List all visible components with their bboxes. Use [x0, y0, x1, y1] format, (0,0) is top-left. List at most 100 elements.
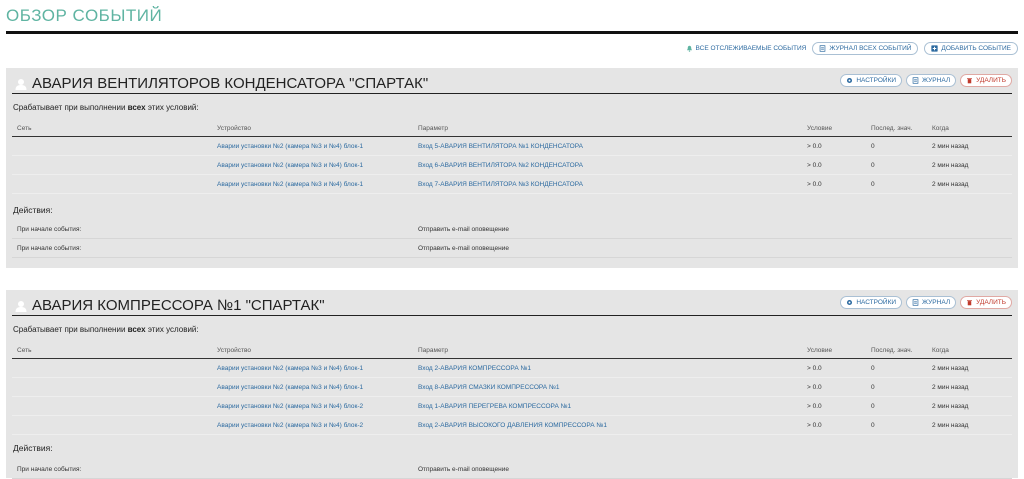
conditions-caption-prefix: Срабатывает при выполнении: [13, 103, 128, 112]
device-link[interactable]: Аварии установки №2 (камера №3 и №4) бло…: [212, 174, 413, 194]
col-when: Когда: [927, 345, 1012, 359]
document-icon: [912, 299, 919, 306]
settings-button[interactable]: НАСТРОЙКИ: [840, 296, 903, 309]
cell-last-value: 0: [866, 396, 927, 416]
actions-table: При начале события: Отправить e-mail опо…: [12, 220, 1012, 258]
cell-when: 2 мин назад: [927, 155, 1012, 175]
parameter-link[interactable]: Вход 2-АВАРИЯ ВЫСОКОГО ДАВЛЕНИЯ КОМПРЕСС…: [413, 415, 802, 435]
cell-condition: > 0.0: [802, 415, 866, 435]
cell-last-value: 0: [866, 377, 927, 397]
plus-icon: [931, 45, 939, 52]
device-link[interactable]: Аварии установки №2 (камера №3 и №4) бло…: [212, 377, 413, 397]
col-device: Устройство: [212, 123, 413, 137]
parameter-link[interactable]: Вход 2-АВАРИЯ КОМПРЕССОРА №1: [413, 358, 802, 378]
cell-when: 2 мин назад: [927, 358, 1012, 378]
cell-last-value: 0: [866, 358, 927, 378]
action-row: При начале события: Отправить e-mail опо…: [12, 238, 1012, 258]
all-tracked-events-link[interactable]: ВСЕ ОТСЛЕЖИВАЕМЫЕ СОБЫТИЯ: [686, 45, 807, 52]
col-last-value: Послед. знач.: [866, 345, 927, 359]
delete-label: УДАЛИТЬ: [976, 77, 1006, 84]
parameter-link[interactable]: Вход 5-АВАРИЯ ВЕНТИЛЯТОРА №1 КОНДЕНСАТОР…: [413, 136, 802, 156]
conditions-caption-prefix: Срабатывает при выполнении: [13, 325, 128, 334]
document-icon: [820, 45, 826, 52]
bell-icon: [686, 45, 692, 52]
header-divider: [12, 93, 1012, 94]
event-title: АВАРИЯ ВЕНТИЛЯТОРОВ КОНДЕНСАТОРА "СПАРТА…: [32, 75, 429, 92]
top-toolbar: ВСЕ ОТСЛЕЖИВАЕМЫЕ СОБЫТИЯ ЖУРНАЛ ВСЕХ СО…: [686, 42, 1018, 55]
journal-button[interactable]: ЖУРНАЛ: [906, 74, 957, 87]
settings-button[interactable]: НАСТРОЙКИ: [840, 74, 903, 87]
trash-icon: [967, 300, 973, 306]
conditions-caption-bold: всех: [127, 325, 146, 334]
journal-all-events-button[interactable]: ЖУРНАЛ ВСЕХ СОБЫТИЙ: [812, 42, 919, 55]
action-row: При начале события: Отправить e-mail опо…: [12, 220, 1012, 239]
action-trigger: При начале события:: [12, 460, 413, 479]
event-actions: НАСТРОЙКИ ЖУРНАЛ УДАЛИТЬ: [840, 74, 1012, 87]
cell-network: [12, 155, 212, 175]
all-tracked-events-label: ВСЕ ОТСЛЕЖИВАЕМЫЕ СОБЫТИЯ: [695, 45, 807, 52]
journal-all-events-label: ЖУРНАЛ ВСЕХ СОБЫТИЙ: [829, 45, 912, 52]
cell-condition: > 0.0: [802, 377, 866, 397]
conditions-table: Сеть Устройство Параметр Условие Послед.…: [12, 123, 1012, 194]
col-last-value: Послед. знач.: [866, 123, 927, 137]
delete-label: УДАЛИТЬ: [976, 299, 1006, 306]
title-divider: [6, 31, 1018, 34]
table-row: Аварии установки №2 (камера №3 и №4) бло…: [12, 155, 1012, 175]
parameter-link[interactable]: Вход 8-АВАРИЯ СМАЗКИ КОМПРЕССОРА №1: [413, 377, 802, 397]
col-condition: Условие: [802, 345, 866, 359]
device-link[interactable]: Аварии установки №2 (камера №3 и №4) бло…: [212, 415, 413, 435]
col-parameter: Параметр: [413, 123, 802, 137]
conditions-table: Сеть Устройство Параметр Условие Послед.…: [12, 345, 1012, 435]
cell-last-value: 0: [866, 415, 927, 435]
table-header-row: Сеть Устройство Параметр Условие Послед.…: [12, 345, 1012, 359]
col-parameter: Параметр: [413, 345, 802, 359]
action-trigger: При начале события:: [12, 238, 413, 258]
cell-when: 2 мин назад: [927, 136, 1012, 156]
event-panel-header: АВАРИЯ ВЕНТИЛЯТОРОВ КОНДЕНСАТОРА "СПАРТА…: [6, 68, 1018, 94]
event-panel: АВАРИЯ КОМПРЕССОРА №1 "СПАРТАК" НАСТРОЙК…: [6, 290, 1018, 479]
cell-when: 2 мин назад: [927, 174, 1012, 194]
action-description: Отправить e-mail оповещение: [413, 460, 1012, 479]
parameter-link[interactable]: Вход 7-АВАРИЯ ВЕНТИЛЯТОРА №3 КОНДЕНСАТОР…: [413, 174, 802, 194]
device-link[interactable]: Аварии установки №2 (камера №3 и №4) бло…: [212, 136, 413, 156]
settings-label: НАСТРОЙКИ: [856, 77, 897, 84]
page-title: ОБЗОР СОБЫТИЙ: [6, 6, 163, 25]
document-icon: [912, 77, 919, 84]
col-condition: Условие: [802, 123, 866, 137]
actions-title: Действия:: [13, 443, 53, 453]
delete-button[interactable]: УДАЛИТЬ: [960, 74, 1012, 87]
cell-condition: > 0.0: [802, 155, 866, 175]
table-row: Аварии установки №2 (камера №3 и №4) бло…: [12, 358, 1012, 378]
cell-when: 2 мин назад: [927, 415, 1012, 435]
delete-button[interactable]: УДАЛИТЬ: [960, 296, 1012, 309]
actions-title: Действия:: [13, 205, 53, 215]
action-trigger: При начале события:: [12, 220, 413, 239]
journal-label: ЖУРНАЛ: [922, 299, 951, 306]
device-link[interactable]: Аварии установки №2 (камера №3 и №4) бло…: [212, 155, 413, 175]
action-description: Отправить e-mail оповещение: [413, 220, 1012, 239]
cell-condition: > 0.0: [802, 358, 866, 378]
cell-network: [12, 377, 212, 397]
gear-icon: [847, 77, 853, 84]
col-network: Сеть: [12, 123, 212, 137]
settings-label: НАСТРОЙКИ: [856, 299, 897, 306]
device-link[interactable]: Аварии установки №2 (камера №3 и №4) бло…: [212, 396, 413, 416]
table-row: Аварии установки №2 (камера №3 и №4) бло…: [12, 174, 1012, 194]
conditions-caption: Срабатывает при выполнении всех этих усл…: [13, 103, 199, 112]
cell-network: [12, 358, 212, 378]
cell-network: [12, 415, 212, 435]
col-when: Когда: [927, 123, 1012, 137]
parameter-link[interactable]: Вход 6-АВАРИЯ ВЕНТИЛЯТОРА №2 КОНДЕНСАТОР…: [413, 155, 802, 175]
header-divider: [12, 315, 1012, 316]
parameter-link[interactable]: Вход 1-АВАРИЯ ПЕРЕГРЕВА КОМПРЕССОРА №1: [413, 396, 802, 416]
cell-condition: > 0.0: [802, 396, 866, 416]
cell-last-value: 0: [866, 136, 927, 156]
device-link[interactable]: Аварии установки №2 (камера №3 и №4) бло…: [212, 358, 413, 378]
cell-condition: > 0.0: [802, 174, 866, 194]
conditions-caption-suffix: этих условий:: [145, 103, 199, 112]
user-icon: [15, 78, 27, 90]
add-event-button[interactable]: ДОБАВИТЬ СОБЫТИЕ: [924, 42, 1018, 55]
journal-label: ЖУРНАЛ: [922, 77, 951, 84]
add-event-label: ДОБАВИТЬ СОБЫТИЕ: [941, 45, 1011, 52]
journal-button[interactable]: ЖУРНАЛ: [906, 296, 957, 309]
